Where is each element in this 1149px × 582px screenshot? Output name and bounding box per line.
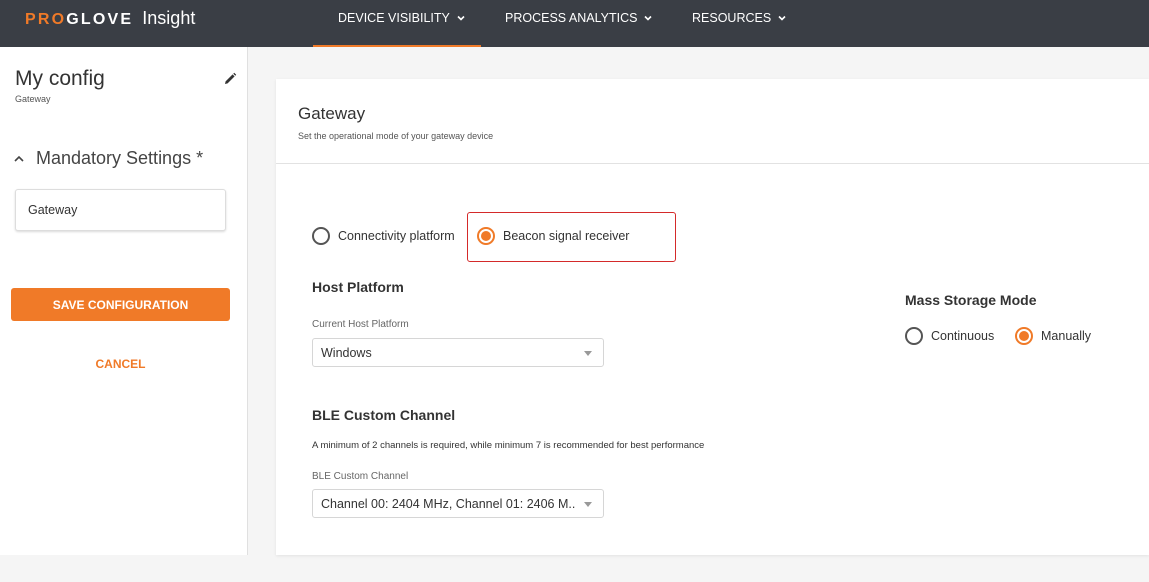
cancel-button[interactable]: CANCEL <box>11 357 230 371</box>
chevron-down-icon <box>644 15 653 21</box>
ble-channel-helper-text: A minimum of 2 channels is required, whi… <box>312 440 705 451</box>
host-platform-field-label: Current Host Platform <box>312 319 409 330</box>
dropdown-caret-icon <box>584 351 592 356</box>
chevron-down-icon <box>457 15 465 21</box>
logo-pro-text: PRO <box>25 11 67 28</box>
ble-channel-value: Channel 00: 2404 MHz, Channel 01: 2406 M… <box>321 497 576 511</box>
ble-channel-field-label: BLE Custom Channel <box>312 471 409 482</box>
host-platform-title: Host Platform <box>312 279 404 295</box>
dropdown-caret-icon <box>584 502 592 507</box>
active-nav-indicator <box>313 45 481 47</box>
logo-glove-text: GLOVE <box>66 11 134 28</box>
save-configuration-button[interactable]: SAVE CONFIGURATION <box>11 288 230 321</box>
config-sidebar: My config Gateway Mandatory Settings * G… <box>0 47 248 555</box>
radio-label: Connectivity platform <box>338 229 455 243</box>
chevron-up-icon <box>14 155 24 162</box>
host-platform-select[interactable]: Windows <box>312 338 604 367</box>
radio-button-selected[interactable] <box>477 227 495 245</box>
chevron-down-icon <box>778 15 786 21</box>
radio-button[interactable] <box>312 227 330 245</box>
radio-label: Beacon signal receiver <box>503 229 630 243</box>
radio-continuous[interactable]: Continuous <box>905 327 994 345</box>
logo-insight-text: Insight <box>142 8 196 28</box>
radio-button-selected[interactable] <box>1015 327 1033 345</box>
radio-beacon-signal-receiver[interactable]: Beacon signal receiver <box>477 227 629 245</box>
nav-process-analytics-label: PROCESS ANALYTICS <box>505 11 638 25</box>
radio-manually[interactable]: Manually <box>1015 327 1091 345</box>
gateway-settings-card: Gateway Set the operational mode of your… <box>276 79 1149 555</box>
radio-connectivity-platform[interactable]: Connectivity platform <box>312 227 455 245</box>
config-title: My config <box>15 67 105 90</box>
ble-channel-select[interactable]: Channel 00: 2404 MHz, Channel 01: 2406 M… <box>312 489 604 518</box>
mandatory-settings-label: Mandatory Settings * <box>36 148 204 168</box>
radio-label: Manually <box>1041 329 1092 343</box>
card-title: Gateway <box>298 104 366 123</box>
config-subtitle: Gateway <box>15 94 51 104</box>
nav-device-visibility[interactable]: DEVICE VISIBILITY <box>338 0 466 36</box>
host-platform-value: Windows <box>321 346 372 360</box>
mass-storage-title: Mass Storage Mode <box>905 292 1037 308</box>
nav-process-analytics[interactable]: PROCESS ANALYTICS <box>505 0 653 36</box>
pencil-icon[interactable] <box>222 71 238 87</box>
radio-label: Continuous <box>931 329 995 343</box>
nav-device-visibility-label: DEVICE VISIBILITY <box>338 11 450 25</box>
ble-channel-title: BLE Custom Channel <box>312 407 456 423</box>
nav-resources[interactable]: RESOURCES <box>692 0 787 36</box>
nav-resources-label: RESOURCES <box>692 11 772 25</box>
sidebar-item-gateway[interactable]: Gateway <box>15 189 226 231</box>
mandatory-settings-header[interactable]: Mandatory Settings * <box>12 148 203 169</box>
radio-button[interactable] <box>905 327 923 345</box>
top-navigation-bar: PRO GLOVE Insight DEVICE VISIBILITY PROC… <box>0 0 1149 47</box>
card-header: Gateway Set the operational mode of your… <box>276 79 1149 164</box>
proglove-insight-logo[interactable]: PRO GLOVE Insight <box>25 8 195 30</box>
card-subtitle: Set the operational mode of your gateway… <box>298 131 494 141</box>
